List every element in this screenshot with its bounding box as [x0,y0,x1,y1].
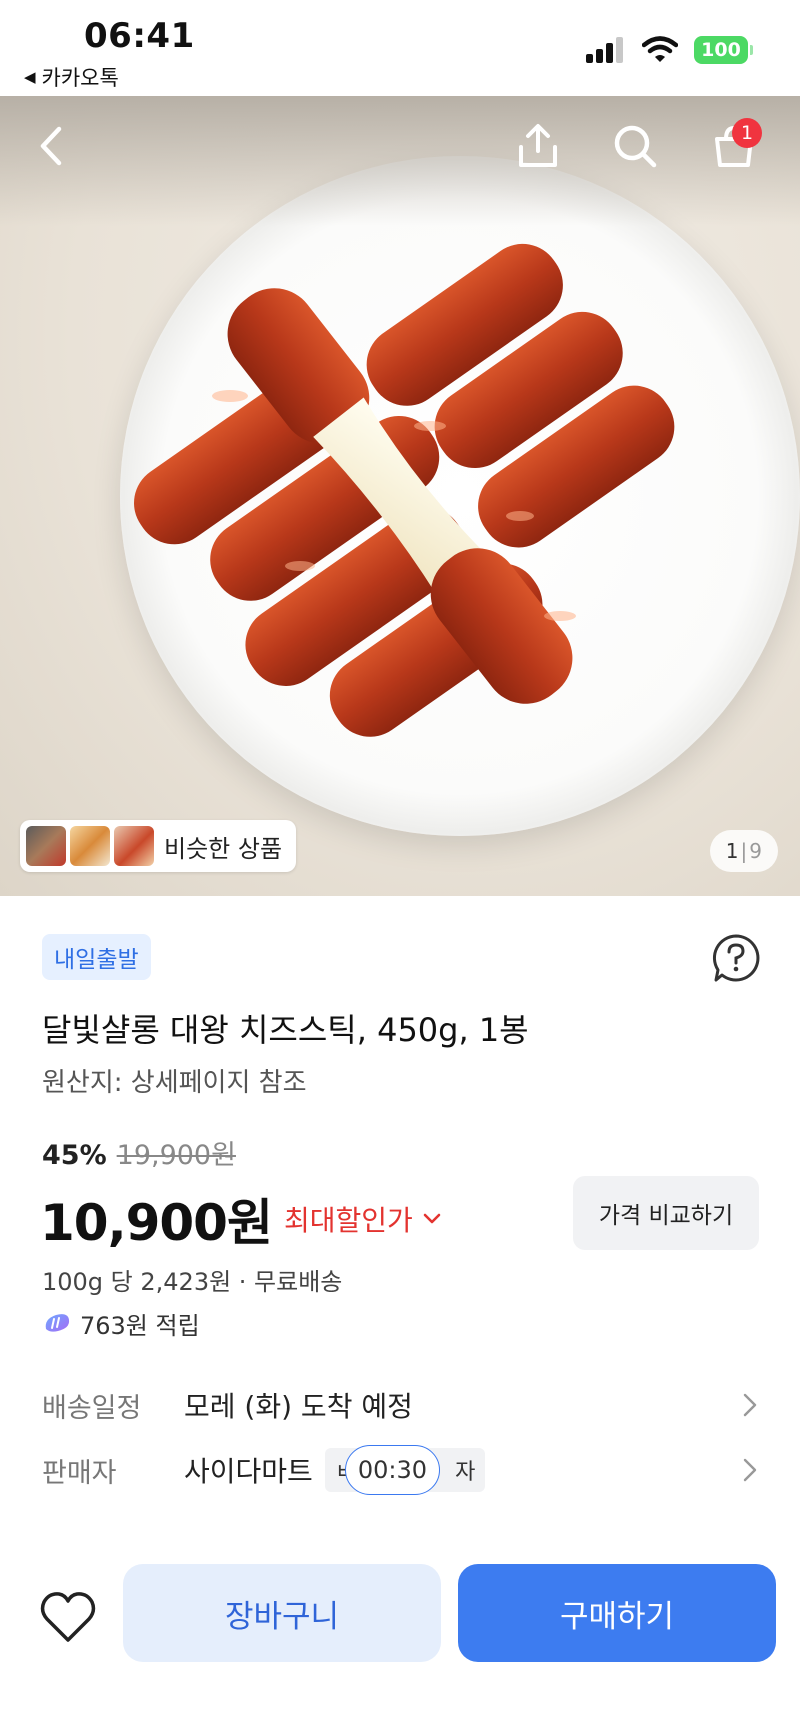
seller-chip-right: 자 [455,1460,476,1485]
unit-price-shipping: 100g 당 2,423원 · 무료배송 [42,1268,343,1296]
page-total: 9 [749,839,762,863]
price-compare-button[interactable]: 가격 비교하기 [573,1176,759,1250]
delivery-schedule-row[interactable]: 배송일정 모레 (화) 도착 예정 [42,1380,758,1430]
delivery-label: 배송일정 [42,1392,142,1424]
search-button[interactable] [605,116,665,176]
origin-info: 원산지: 상세페이지 참조 [42,1068,307,1098]
back-triangle-icon: ◀ [24,68,36,86]
product-title: 달빛샬롱 대왕 치즈스틱, 450g, 1봉 [42,1011,529,1049]
original-price: 19,900원 [116,1140,236,1171]
clock: 06:41 [84,16,195,56]
seller-chip[interactable]: ㅂ 자 00:30 [324,1445,486,1495]
share-button[interactable] [508,116,568,176]
chevron-down-icon [423,1213,441,1224]
seller-name: 사이다마트 [184,1455,313,1488]
points-icon [45,1313,70,1332]
bottom-action-bar: 장바구니 구매하기 [0,1540,800,1731]
header-gradient [0,96,800,226]
seller-label: 판매자 [42,1457,117,1489]
battery-indicator: 100 [694,36,753,64]
wifi-icon [642,36,678,62]
share-icon [519,124,557,167]
points-text: 763원 적립 [80,1312,200,1340]
cart-count-badge: 1 [732,118,762,148]
product-image[interactable]: 1 비슷한 상품 1 | 9 [0,96,800,896]
cellular-signal-icon [586,37,623,63]
delivery-value: 모레 (화) 도착 예정 [184,1390,413,1423]
heart-icon [40,1592,96,1642]
similar-thumbnail [26,826,66,866]
search-icon [614,125,657,168]
chevron-right-icon [743,1458,757,1482]
similar-products-button[interactable]: 비슷한 상품 [20,820,297,872]
sale-price: 10,900원 [40,1194,273,1252]
chevron-left-icon [40,126,62,166]
back-app-label: 카카오톡 [41,66,119,90]
product-qa-button[interactable] [710,932,762,984]
similar-thumbnail [70,826,110,866]
back-to-app-link[interactable]: ◀ 카카오톡 [24,62,119,92]
chevron-right-icon [743,1393,757,1417]
status-bar: 06:41 ◀ 카카오톡 100 [0,0,800,96]
countdown-timer: 00:30 [344,1445,440,1495]
seller-row[interactable]: 판매자 사이다마트 ㅂ 자 00:30 [42,1445,758,1495]
similar-products-label: 비슷한 상품 [164,834,283,863]
points-row: 763원 적립 [42,1306,200,1341]
discount-rate: 45% [42,1140,107,1171]
wishlist-button[interactable] [38,1588,98,1648]
back-button[interactable] [22,116,82,176]
price-row: 10,900원 최대할인가 [40,1183,441,1255]
page-current: 1 [725,839,739,863]
buy-now-button[interactable]: 구매하기 [458,1564,776,1662]
cart-button[interactable]: 1 [704,116,764,176]
shipping-tag: 내일출발 [42,934,151,980]
system-icons: 100 [586,36,753,64]
similar-thumbnail [114,826,154,866]
best-price-toggle[interactable]: 최대할인가 [284,1199,441,1239]
image-page-indicator: 1 | 9 [709,830,778,872]
question-bubble-icon [712,934,760,982]
add-to-cart-button[interactable]: 장바구니 [123,1564,441,1662]
discount-row: 45% 19,900원 [42,1133,236,1172]
best-price-label: 최대할인가 [283,1204,413,1237]
